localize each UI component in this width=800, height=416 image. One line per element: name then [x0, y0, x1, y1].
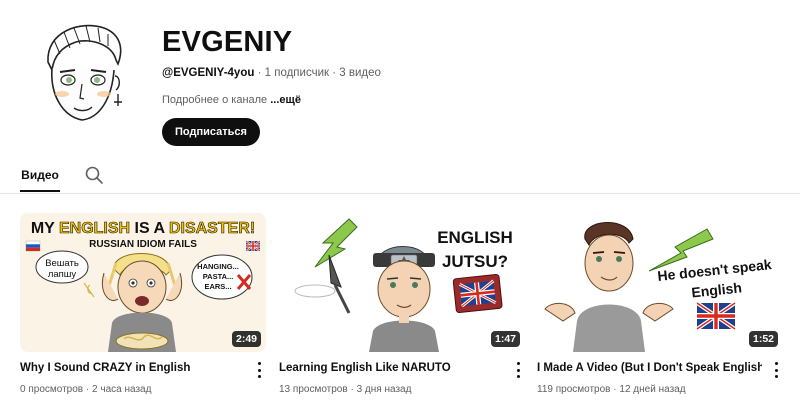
meta-separator: · [332, 67, 337, 79]
view-count: 13 просмотров [279, 384, 348, 395]
about-text: Подробнее о канале [162, 94, 268, 106]
thumb-bubble-text: HANGING... [197, 262, 239, 271]
video-thumbnail[interactable]: He doesn't speak English 1:52 [537, 213, 783, 352]
stats-separator: · [85, 384, 90, 395]
thumb-text: ENGLISH [437, 228, 513, 247]
channel-avatar[interactable] [20, 14, 140, 134]
search-icon[interactable] [84, 165, 104, 185]
stats-separator: · [350, 384, 354, 395]
more-options-icon[interactable] [772, 362, 780, 378]
thumbnail-illustration: ENGLISH JUTSU? [279, 213, 525, 352]
thumb-headline: ENGLISH [59, 220, 130, 237]
video-title[interactable]: I Made A Video (But I Don't Speak Englis… [537, 362, 762, 374]
thumb-text: JUTSU? [442, 252, 508, 271]
video-card[interactable]: MY ENGLISH IS A DISASTER! RUSSIAN IDIOM … [20, 213, 266, 395]
video-duration: 2:49 [231, 331, 261, 347]
video-card[interactable]: He doesn't speak English 1:52 I Made A V… [537, 213, 783, 395]
thumbnail-illustration: MY ENGLISH IS A DISASTER! RUSSIAN IDIOM … [20, 213, 266, 352]
video-thumbnail[interactable]: ENGLISH JUTSU? 1:47 [279, 213, 525, 352]
video-card[interactable]: ENGLISH JUTSU? 1:47 Learning English Lik… [279, 213, 525, 395]
thumb-headline: DISASTER! [169, 220, 255, 237]
tabs-divider [0, 193, 800, 194]
thumb-subline: RUSSIAN IDIOM FAILS [89, 239, 197, 250]
video-thumbnail[interactable]: MY ENGLISH IS A DISASTER! RUSSIAN IDIOM … [20, 213, 266, 352]
thumb-bubble-text: лапшу [48, 269, 77, 280]
thumbnail-illustration: He doesn't speak English [537, 213, 783, 352]
tab-videos[interactable]: Видео [20, 162, 60, 192]
upload-age: 2 часа назад [92, 384, 152, 395]
meta-separator: · [257, 67, 262, 79]
more-options-icon[interactable] [514, 362, 522, 378]
view-count: 119 просмотров [537, 384, 611, 395]
thumb-headline: MY [31, 220, 59, 237]
channel-name: EVGENIY [162, 26, 293, 58]
channel-meta: @EVGENIY-4you · 1 подписчик · 3 видео [162, 67, 381, 79]
more-options-icon[interactable] [255, 362, 263, 378]
upload-age: 3 дня назад [356, 384, 412, 395]
video-duration: 1:52 [748, 331, 778, 347]
video-title[interactable]: Why I Sound CRAZY in English [20, 362, 245, 374]
video-stats: 119 просмотров · 12 дней назад [537, 384, 686, 395]
avatar-illustration [47, 24, 122, 121]
thumb-bubble-text: EARS... [204, 282, 231, 291]
upload-age: 12 дней назад [619, 384, 686, 395]
thumb-bubble-text: Вешать [45, 258, 79, 269]
video-title[interactable]: Learning English Like NARUTO [279, 362, 504, 374]
thumb-bubble-text: PASTA... [203, 272, 234, 281]
subscriber-count: 1 подписчик [264, 67, 330, 79]
stats-separator: · [613, 384, 617, 395]
about-more-link[interactable]: ...ещё [270, 94, 301, 106]
view-count: 0 просмотров [20, 384, 84, 395]
video-stats: 0 просмотров · 2 часа назад [20, 384, 151, 395]
subscribe-button[interactable]: Подписаться [162, 118, 260, 146]
thumb-headline: IS A [130, 220, 169, 237]
video-duration: 1:47 [490, 331, 520, 347]
video-stats: 13 просмотров · 3 дня назад [279, 384, 411, 395]
svg-text:MY ENGLISH IS A DISASTER!: MY ENGLISH IS A DISASTER! [31, 220, 255, 237]
video-count: 3 видео [339, 67, 381, 79]
channel-handle: @EVGENIY-4you [162, 67, 255, 79]
channel-about[interactable]: Подробнее о канале ...ещё [162, 94, 301, 106]
